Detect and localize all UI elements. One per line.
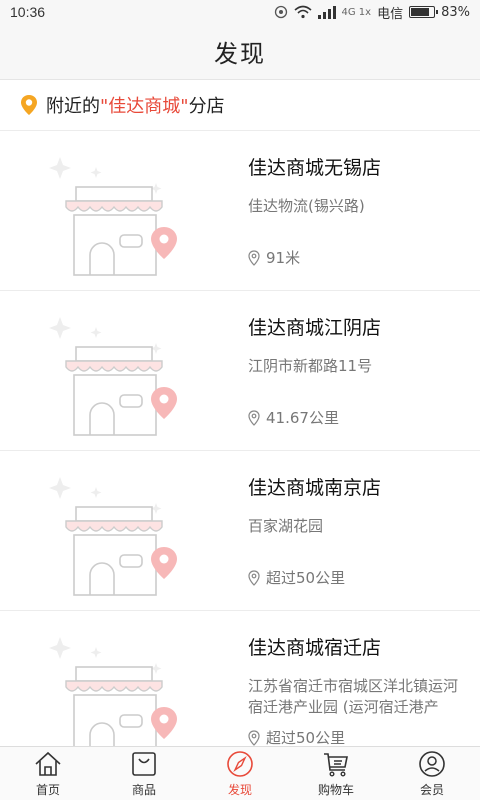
page-title: 发现: [214, 40, 266, 68]
status-bar: 10:36 4G 1x 电信 83%: [0, 0, 480, 24]
data-saver-icon: [274, 5, 287, 19]
store-placeholder-icon: [49, 157, 177, 276]
tab-cart-label: 购物车: [317, 783, 354, 797]
store-info: 佳达商城江阴店 江阴市新都路11号 41.67公里: [200, 291, 480, 450]
tab-discover[interactable]: 发现: [192, 747, 288, 800]
store-name: 佳达商城无锡店: [248, 157, 382, 179]
store-name: 佳达商城江阴店: [248, 317, 382, 339]
store-distance: 91米: [248, 247, 300, 268]
location-pin-icon: [21, 95, 37, 115]
location-icon: [248, 729, 260, 746]
signal-icon: [317, 6, 336, 19]
tab-home-label: 首页: [35, 783, 60, 797]
store-placeholder-icon: [49, 477, 177, 596]
store-distance-text: 41.67公里: [266, 409, 339, 427]
location-icon: [248, 569, 260, 586]
carrier-name: 电信: [377, 6, 404, 22]
nearby-text: 附近的"佳达商城"分店: [46, 92, 225, 118]
location-icon: [248, 409, 260, 426]
cart-icon: [324, 753, 348, 777]
location-icon: [248, 249, 260, 266]
store-item[interactable]: 佳达商城无锡店 佳达物流(锡兴路) 91米: [0, 130, 480, 290]
tab-member[interactable]: 会员: [384, 747, 480, 800]
store-address: 江苏省宿迁市宿城区洋北镇运河宿迁港产业园 (运河宿迁港产: [248, 677, 459, 716]
store-item[interactable]: 佳达商城江阴店 江阴市新都路11号 41.67公里: [0, 290, 480, 450]
page-header: 发现: [0, 24, 480, 80]
store-distance: 超过50公里: [248, 727, 345, 748]
battery-level: [411, 8, 429, 16]
store-distance: 41.67公里: [248, 407, 339, 428]
nearby-brand: "佳达商城": [100, 96, 189, 117]
store-distance-text: 91米: [266, 249, 301, 267]
tab-products[interactable]: 商品: [96, 747, 192, 800]
store-placeholder-icon: [49, 317, 177, 436]
store-thumbnail: [0, 131, 200, 291]
store-distance-text: 超过50公里: [266, 729, 346, 747]
battery-percent: 83%: [441, 4, 470, 20]
tab-discover-label: 发现: [227, 783, 252, 797]
store-thumbnail: [0, 291, 200, 451]
wifi-icon: [293, 5, 312, 19]
store-thumbnail: [0, 451, 200, 611]
status-time: 10:36: [10, 4, 46, 20]
battery-icon: [409, 6, 439, 18]
network-type: 4G 1x: [341, 6, 372, 18]
tab-products-label: 商品: [131, 783, 156, 797]
nearby-suffix: 分店: [188, 96, 225, 117]
store-list: 佳达商城无锡店 佳达物流(锡兴路) 91米 佳达商城江阴店 江阴市新都路11号 …: [0, 130, 480, 770]
nearby-prefix: 附近的: [46, 96, 100, 117]
home-icon: [35, 751, 61, 776]
store-info: 佳达商城无锡店 佳达物流(锡兴路) 91米: [200, 131, 480, 290]
store-info: 佳达商城南京店 百家湖花园 超过50公里: [200, 451, 480, 610]
status-indicators: 4G 1x 电信 83%: [274, 3, 470, 22]
bag-icon: [132, 752, 156, 776]
bottom-tab-bar: 首页 商品 发现 购物车 会员: [0, 746, 480, 800]
store-address: 佳达物流(锡兴路): [248, 197, 365, 215]
user-icon: [419, 751, 445, 777]
store-name: 佳达商城南京店: [248, 477, 382, 499]
tab-member-label: 会员: [419, 783, 444, 797]
tab-cart[interactable]: 购物车: [288, 747, 384, 800]
store-address: 江阴市新都路11号: [248, 357, 373, 375]
nearby-banner: 附近的"佳达商城"分店: [0, 80, 480, 130]
store-address: 百家湖花园: [248, 517, 324, 535]
store-distance-text: 超过50公里: [266, 569, 346, 587]
store-distance: 超过50公里: [248, 567, 345, 588]
store-name: 佳达商城宿迁店: [248, 637, 382, 659]
store-item[interactable]: 佳达商城南京店 百家湖花园 超过50公里: [0, 450, 480, 610]
tab-home[interactable]: 首页: [0, 747, 96, 800]
compass-icon: [227, 751, 253, 777]
